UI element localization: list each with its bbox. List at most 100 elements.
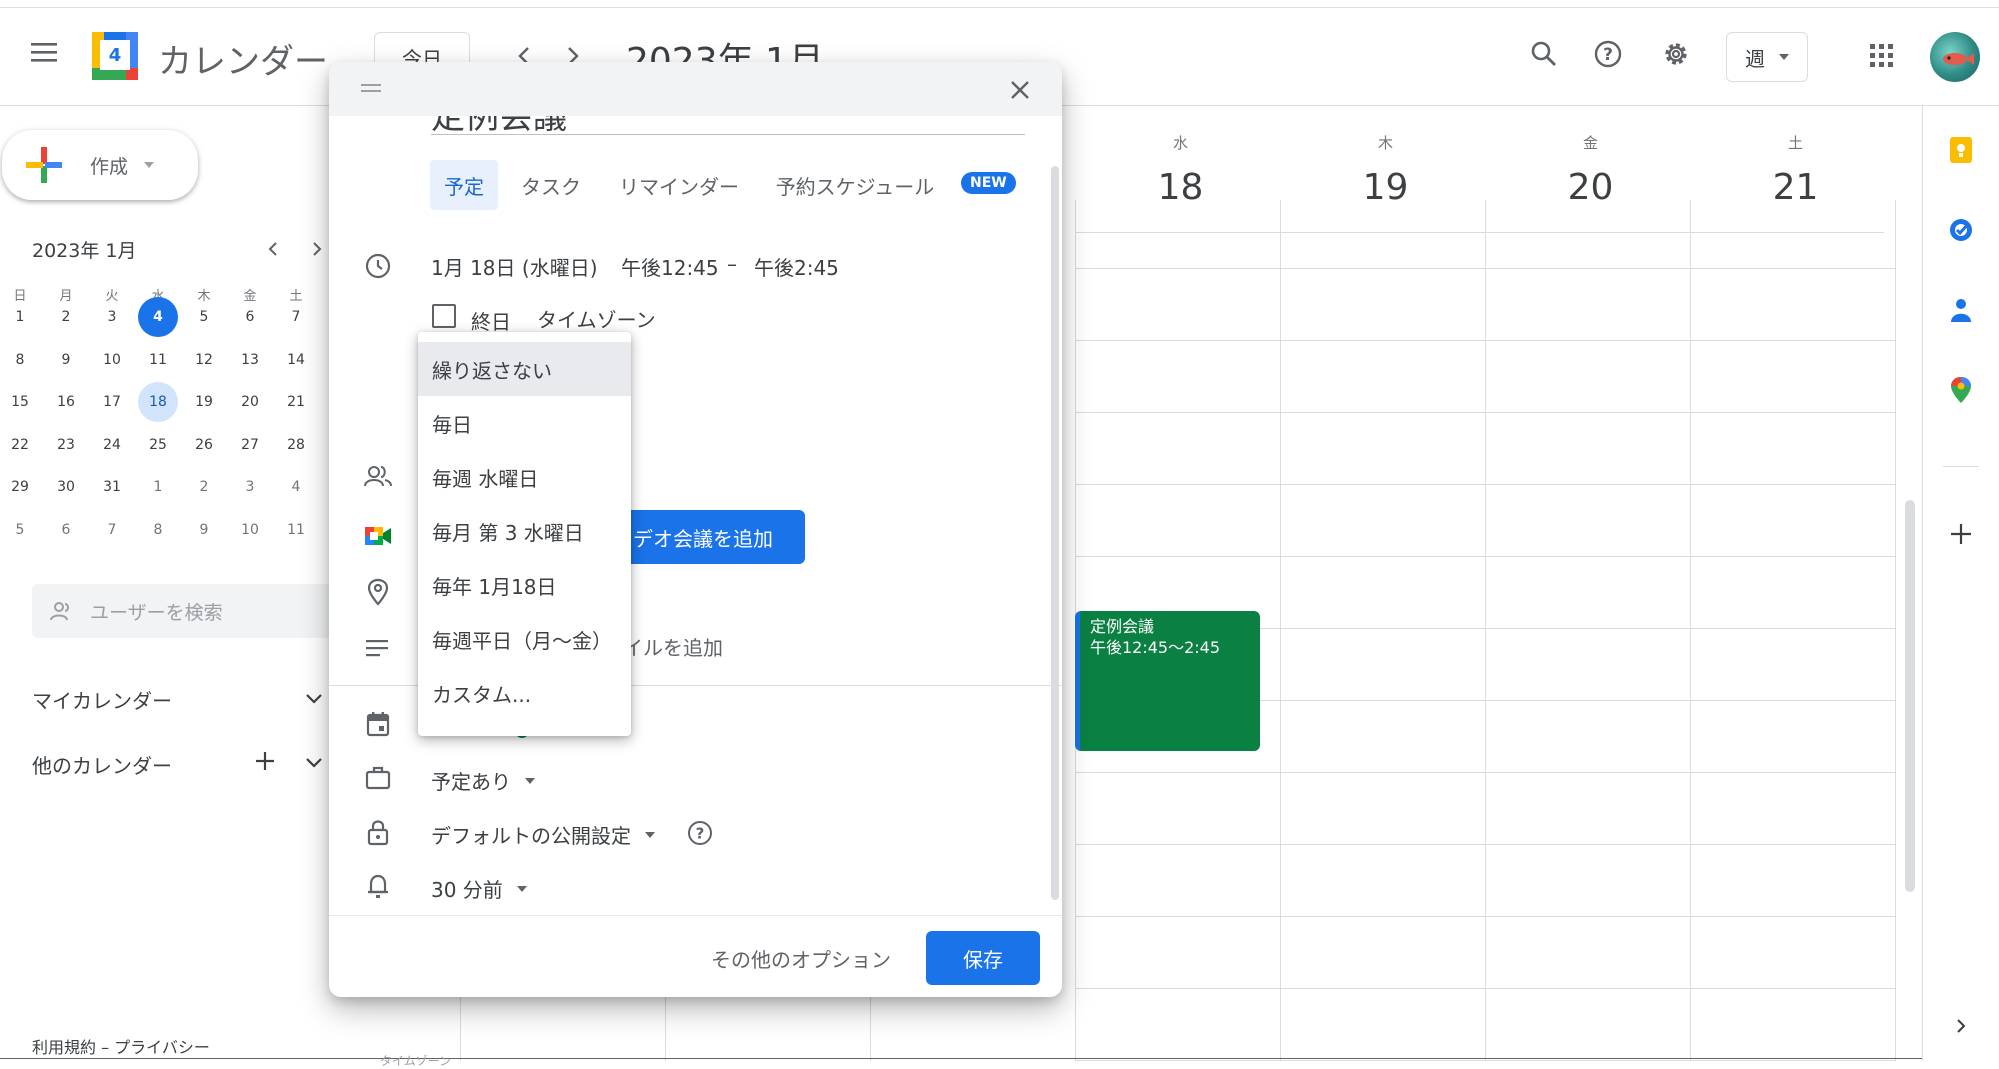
title-underline bbox=[431, 134, 1025, 135]
day-of-week: 金 bbox=[1582, 134, 1598, 152]
briefcase-icon bbox=[364, 764, 392, 792]
day-number: 19 bbox=[1362, 167, 1409, 208]
drag-handle-icon bbox=[361, 84, 381, 92]
maps-pin-icon bbox=[1951, 377, 1971, 403]
side-panel bbox=[1922, 106, 1999, 1061]
hour-gridline bbox=[1076, 412, 1895, 413]
lock-icon bbox=[364, 818, 392, 846]
dialog-scrollbar[interactable] bbox=[1051, 166, 1059, 900]
header-divider bbox=[1076, 232, 1884, 233]
expand-panel-button[interactable] bbox=[1941, 1006, 1981, 1046]
avatar-fish-icon bbox=[1943, 53, 1974, 65]
recurrence-option[interactable]: カスタム... bbox=[418, 666, 631, 720]
contacts-button[interactable] bbox=[1941, 290, 1981, 330]
location-icon bbox=[364, 578, 392, 606]
tab-task[interactable]: タスク bbox=[512, 160, 590, 210]
day-column-divider bbox=[1280, 200, 1281, 1061]
reminder-select[interactable]: 30 分前 bbox=[431, 874, 527, 903]
event-end-time[interactable]: 午後2:45 bbox=[754, 252, 839, 281]
more-options-button[interactable]: その他のオプション bbox=[711, 944, 891, 973]
calendar-icon bbox=[364, 710, 392, 738]
day-of-week: 土 bbox=[1787, 134, 1803, 152]
tasks-icon bbox=[1950, 219, 1972, 241]
day-column-divider bbox=[1690, 200, 1691, 1061]
caret-down-icon bbox=[516, 885, 527, 892]
tab-reminder[interactable]: リマインダー bbox=[614, 160, 744, 210]
hour-gridline bbox=[1076, 772, 1895, 773]
dialog-footer-divider bbox=[329, 915, 1062, 916]
day-column-divider bbox=[1895, 200, 1896, 1061]
availability-label: 予定あり bbox=[431, 770, 511, 794]
guests-icon bbox=[364, 462, 392, 490]
panel-divider bbox=[1943, 466, 1979, 467]
grid-scrollbar[interactable] bbox=[1905, 500, 1915, 892]
event-title-value: 定例会議 bbox=[431, 116, 1025, 134]
close-dialog-button[interactable] bbox=[1002, 72, 1038, 108]
hour-gridline bbox=[1076, 988, 1895, 989]
calendar-event[interactable]: 定例会議 午後12:45〜2:45 bbox=[1075, 611, 1260, 751]
tab-appointment-schedule[interactable]: 予約スケジュール bbox=[768, 160, 942, 210]
hour-gridline bbox=[1076, 268, 1895, 269]
event-time: 午後12:45〜2:45 bbox=[1090, 638, 1221, 657]
keep-icon bbox=[1950, 137, 1972, 163]
caret-down-icon bbox=[645, 831, 655, 838]
day-column-divider bbox=[1485, 200, 1486, 1061]
visibility-select[interactable]: デフォルトの公開設定 bbox=[431, 820, 655, 849]
get-addons-button[interactable] bbox=[1941, 514, 1981, 554]
day-header-thu[interactable]: 木 19 bbox=[1283, 132, 1488, 208]
all-day-label: 終日 bbox=[471, 310, 511, 334]
keep-button[interactable] bbox=[1941, 130, 1981, 170]
window-bottom-edge bbox=[0, 1058, 1922, 1059]
hour-gridline bbox=[1076, 556, 1895, 557]
reminder-label: 30 分前 bbox=[431, 878, 503, 902]
event-title: 定例会議 bbox=[1090, 617, 1155, 636]
new-badge: NEW bbox=[961, 172, 1016, 194]
hour-gridline bbox=[1076, 340, 1895, 341]
day-header-sat[interactable]: 土 21 bbox=[1693, 132, 1898, 208]
save-button[interactable]: 保存 bbox=[926, 931, 1040, 985]
availability-select[interactable]: 予定あり bbox=[431, 766, 535, 795]
recurrence-menu: 繰り返さない 毎日 毎週 水曜日 毎月 第 3 水曜日 毎年 1月18日 毎週平… bbox=[418, 332, 631, 736]
time-dash: – bbox=[727, 252, 737, 276]
day-header-wed[interactable]: 水 18 bbox=[1078, 132, 1283, 208]
day-header-fri[interactable]: 金 20 bbox=[1488, 132, 1693, 208]
plus-icon bbox=[1951, 524, 1971, 544]
day-number: 18 bbox=[1157, 167, 1204, 208]
hour-gridline bbox=[1076, 844, 1895, 845]
svg-text:?: ? bbox=[696, 825, 705, 843]
help-icon: ? bbox=[688, 821, 712, 845]
hour-gridline bbox=[1076, 916, 1895, 917]
day-number: 20 bbox=[1567, 167, 1614, 208]
day-of-week: 木 bbox=[1377, 134, 1393, 152]
event-start-time[interactable]: 午後12:45 bbox=[621, 252, 719, 281]
day-of-week: 水 bbox=[1172, 134, 1188, 152]
day-number: 21 bbox=[1772, 167, 1819, 208]
description-icon bbox=[364, 634, 392, 662]
all-day-checkbox[interactable] bbox=[432, 304, 456, 328]
timezone-link[interactable]: タイムゾーン bbox=[537, 304, 656, 333]
tasks-button[interactable] bbox=[1941, 210, 1981, 250]
recurrence-option[interactable]: 毎週平日（月〜金） bbox=[418, 612, 631, 666]
hour-gridline bbox=[1076, 484, 1895, 485]
caret-down-icon bbox=[525, 777, 535, 784]
clock-icon bbox=[364, 252, 392, 280]
recurrence-option[interactable]: 毎年 1月18日 bbox=[418, 558, 631, 612]
recurrence-option[interactable]: 毎月 第 3 水曜日 bbox=[418, 504, 631, 558]
visibility-label: デフォルトの公開設定 bbox=[431, 824, 631, 848]
recurrence-option[interactable]: 毎週 水曜日 bbox=[418, 450, 631, 504]
event-date[interactable]: 1月 18日 (水曜日) bbox=[431, 252, 598, 281]
contacts-icon bbox=[1951, 299, 1971, 322]
chevron-right-icon bbox=[1957, 1019, 1966, 1033]
tab-event[interactable]: 予定 bbox=[430, 160, 498, 210]
event-title-input[interactable]: 定例会議 bbox=[431, 116, 1025, 134]
add-video-conference-button[interactable]: デオ会議を追加 bbox=[619, 510, 805, 564]
recurrence-option[interactable]: 繰り返さない bbox=[418, 342, 631, 396]
add-description-link[interactable]: イルを追加 bbox=[623, 632, 723, 661]
dialog-drag-handle-bar[interactable] bbox=[329, 62, 1062, 116]
close-icon bbox=[1011, 81, 1029, 99]
account-avatar[interactable] bbox=[1930, 32, 1980, 82]
maps-button[interactable] bbox=[1941, 370, 1981, 410]
google-meet-icon bbox=[364, 522, 392, 550]
recurrence-option[interactable]: 毎日 bbox=[418, 396, 631, 450]
visibility-help-button[interactable]: ? bbox=[683, 816, 717, 850]
